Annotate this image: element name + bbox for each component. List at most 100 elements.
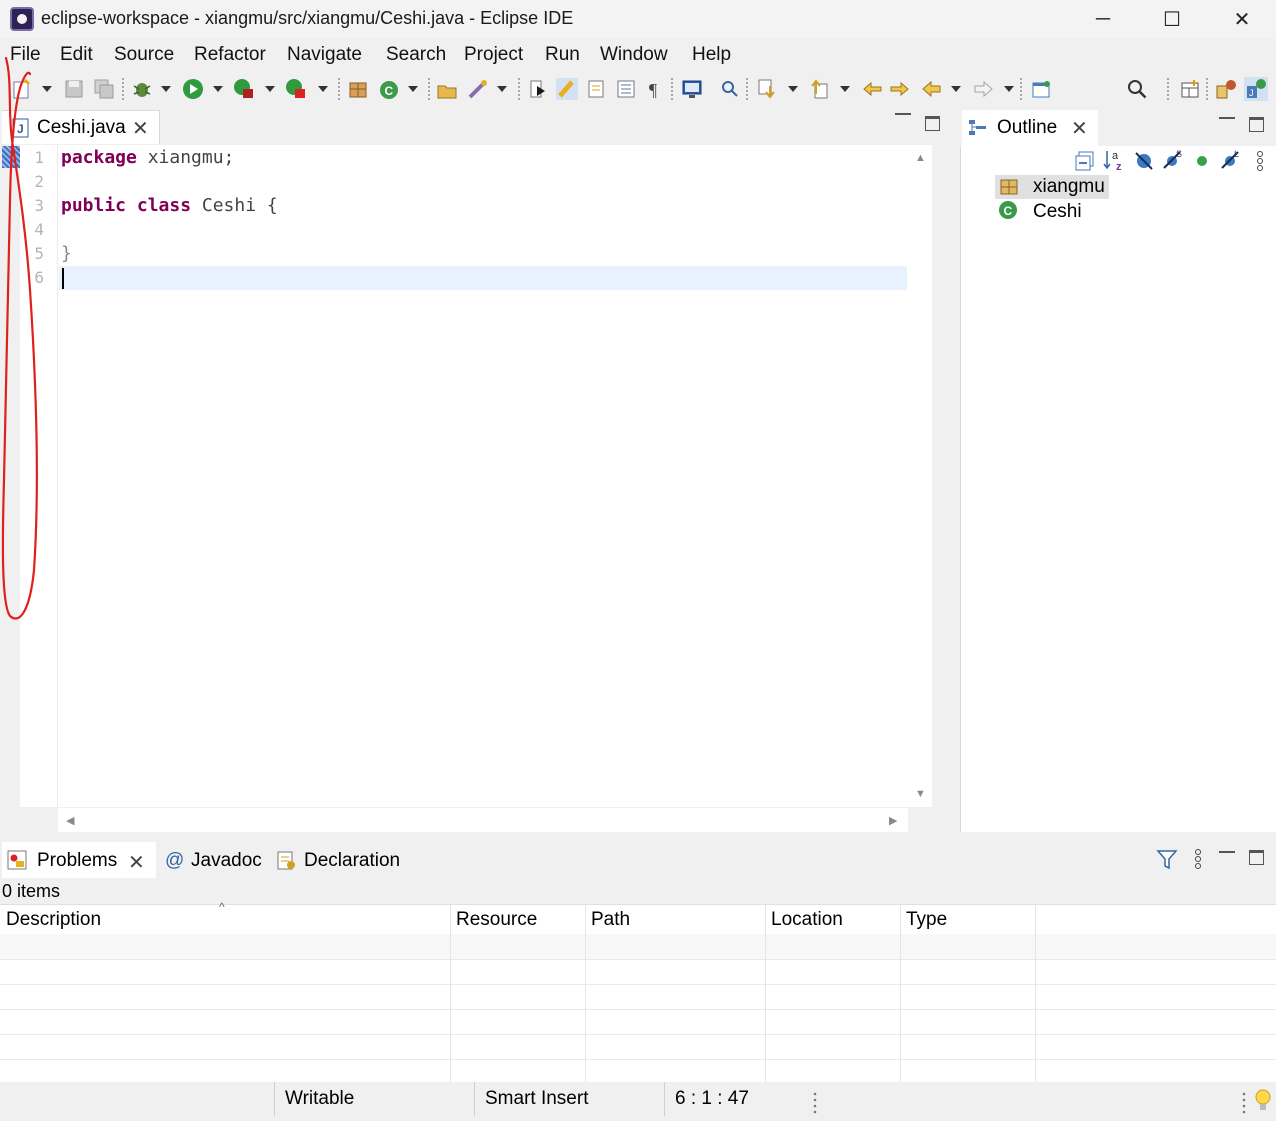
open-task-dropdown-icon[interactable] bbox=[497, 86, 507, 92]
table-row-divider bbox=[0, 959, 1276, 960]
collapse-all-icon[interactable] bbox=[1074, 150, 1096, 177]
close-problems-icon[interactable]: ✕ bbox=[128, 850, 145, 875]
forward-icon[interactable] bbox=[972, 77, 996, 101]
column-divider bbox=[765, 905, 766, 1082]
block-selection-icon[interactable] bbox=[614, 77, 638, 101]
column-description[interactable]: Description bbox=[6, 909, 101, 931]
search-icon[interactable] bbox=[1125, 77, 1149, 101]
external-tools-dropdown-icon[interactable] bbox=[318, 86, 328, 92]
red-annotation-mark bbox=[1, 56, 39, 620]
new-java-package-icon[interactable] bbox=[346, 77, 370, 101]
menu-refactor[interactable]: Refactor bbox=[194, 44, 266, 66]
open-perspective-icon[interactable] bbox=[1178, 77, 1202, 101]
minimize-editor-icon[interactable] bbox=[895, 113, 911, 115]
maximize-panel-icon[interactable] bbox=[1249, 850, 1264, 865]
minimize-button[interactable]: ─ bbox=[1068, 0, 1138, 38]
forward-edit-icon[interactable] bbox=[888, 77, 912, 101]
menu-window[interactable]: Window bbox=[600, 44, 668, 66]
previous-edit-dropdown-icon[interactable] bbox=[840, 86, 850, 92]
debug-icon[interactable] bbox=[130, 77, 154, 101]
maximize-editor-icon[interactable] bbox=[925, 116, 940, 131]
menu-run[interactable]: Run bbox=[545, 44, 580, 66]
console-icon[interactable] bbox=[680, 77, 704, 101]
hide-non-public-icon[interactable] bbox=[1192, 150, 1214, 177]
open-type-icon[interactable] bbox=[435, 77, 459, 101]
pin-editor-icon[interactable] bbox=[1030, 77, 1054, 101]
java-perspective-icon[interactable]: J bbox=[1244, 77, 1268, 101]
sort-icon[interactable]: az bbox=[1103, 148, 1127, 177]
toolbar-separator bbox=[746, 78, 748, 100]
column-path[interactable]: Path bbox=[591, 909, 630, 931]
close-button[interactable]: ✕ bbox=[1207, 0, 1276, 38]
maximize-button[interactable]: ☐ bbox=[1137, 0, 1207, 38]
next-edit-dropdown-icon[interactable] bbox=[788, 86, 798, 92]
close-tab-icon[interactable]: ✕ bbox=[132, 116, 149, 141]
java-ee-perspective-icon[interactable] bbox=[1214, 77, 1238, 101]
menu-help[interactable]: Help bbox=[692, 44, 731, 66]
run-icon[interactable] bbox=[181, 77, 205, 101]
menu-navigate[interactable]: Navigate bbox=[287, 44, 362, 66]
column-divider bbox=[1035, 905, 1036, 1082]
scroll-up-icon[interactable]: ▲ bbox=[915, 152, 926, 164]
menu-source[interactable]: Source bbox=[114, 44, 174, 66]
column-resource[interactable]: Resource bbox=[456, 909, 537, 931]
minimize-outline-icon[interactable] bbox=[1219, 117, 1235, 119]
maximize-outline-icon[interactable] bbox=[1249, 117, 1264, 132]
package-icon bbox=[999, 177, 1019, 202]
tab-javadoc[interactable]: Javadoc bbox=[191, 850, 262, 872]
coverage-dropdown-icon[interactable] bbox=[265, 86, 275, 92]
previous-edit-location-icon[interactable] bbox=[807, 77, 831, 101]
next-annotation-icon[interactable] bbox=[526, 77, 550, 101]
debug-dropdown-icon[interactable] bbox=[161, 86, 171, 92]
code-line-5[interactable]: } bbox=[61, 243, 72, 264]
coverage-icon[interactable] bbox=[232, 77, 256, 101]
open-task-icon[interactable] bbox=[466, 77, 490, 101]
code-line-3[interactable]: public class Ceshi { bbox=[61, 195, 278, 216]
column-location[interactable]: Location bbox=[771, 909, 843, 931]
menu-project[interactable]: Project bbox=[464, 44, 523, 66]
show-whitespace-icon[interactable]: ¶ bbox=[643, 77, 667, 101]
tab-declaration[interactable]: Declaration bbox=[304, 850, 400, 872]
forward-dropdown-icon[interactable] bbox=[1004, 86, 1014, 92]
scroll-down-icon[interactable]: ▼ bbox=[915, 788, 926, 800]
minimize-panel-icon[interactable] bbox=[1219, 851, 1235, 853]
last-edit-location-icon[interactable] bbox=[860, 77, 884, 101]
menu-search[interactable]: Search bbox=[386, 44, 446, 66]
scroll-left-icon[interactable]: ◀ bbox=[66, 814, 74, 827]
back-icon[interactable] bbox=[919, 77, 943, 101]
run-dropdown-icon[interactable] bbox=[213, 86, 223, 92]
status-insert-mode[interactable]: Smart Insert bbox=[485, 1088, 588, 1110]
code-line-1[interactable]: package xiangmu; bbox=[61, 147, 234, 168]
next-edit-location-icon[interactable] bbox=[755, 77, 779, 101]
outline-item-class[interactable]: Ceshi bbox=[1033, 201, 1082, 223]
status-cursor-position[interactable]: 6 : 1 : 47 bbox=[675, 1088, 749, 1110]
view-menu-icon[interactable] bbox=[1193, 848, 1203, 875]
new-class-dropdown-icon[interactable] bbox=[408, 86, 418, 92]
code-editor[interactable] bbox=[20, 145, 908, 807]
hide-fields-icon[interactable] bbox=[1133, 150, 1155, 177]
window-title: eclipse-workspace - xiangmu/src/xiangmu/… bbox=[41, 8, 574, 28]
save-icon[interactable] bbox=[62, 77, 86, 101]
tip-lightbulb-icon[interactable] bbox=[1253, 1088, 1273, 1119]
back-dropdown-icon[interactable] bbox=[951, 86, 961, 92]
close-outline-icon[interactable]: ✕ bbox=[1071, 116, 1088, 141]
menu-edit[interactable]: Edit bbox=[60, 44, 93, 66]
external-tools-icon[interactable] bbox=[284, 77, 308, 101]
toolbar-separator bbox=[1167, 78, 1169, 100]
hide-local-types-icon[interactable]: L bbox=[1220, 148, 1242, 175]
view-menu-icon[interactable] bbox=[1255, 150, 1265, 177]
search-references-icon[interactable] bbox=[718, 77, 742, 101]
status-drag-handle[interactable] bbox=[1241, 1090, 1247, 1121]
column-type[interactable]: Type bbox=[906, 909, 947, 931]
toggle-word-wrap-icon[interactable] bbox=[585, 77, 609, 101]
hide-static-icon[interactable]: S bbox=[1162, 148, 1184, 175]
scroll-right-icon[interactable]: ▶ bbox=[889, 814, 897, 827]
horizontal-scrollbar[interactable] bbox=[58, 808, 908, 832]
filter-icon[interactable] bbox=[1156, 848, 1178, 877]
outline-item-package[interactable]: xiangmu bbox=[1033, 176, 1105, 198]
save-all-icon[interactable] bbox=[92, 77, 116, 101]
toggle-mark-occurrences-icon[interactable] bbox=[555, 77, 579, 101]
vertical-scrollbar[interactable] bbox=[908, 145, 932, 807]
new-java-class-icon[interactable]: C bbox=[377, 77, 401, 101]
status-drag-handle[interactable] bbox=[812, 1090, 818, 1121]
